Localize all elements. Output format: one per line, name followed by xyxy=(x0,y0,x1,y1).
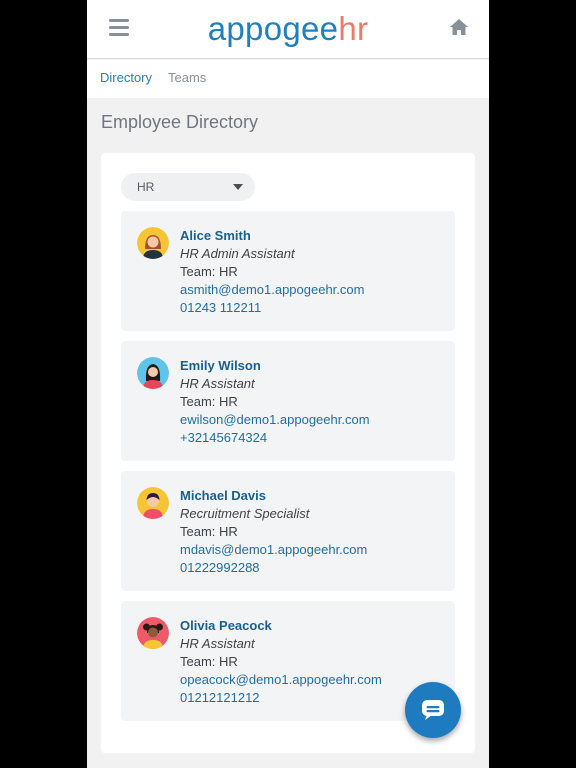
sub-navigation: Directory Teams xyxy=(87,60,489,98)
employee-phone-link[interactable]: +32145674324 xyxy=(180,429,370,447)
employee-email-link[interactable]: opeacock@demo1.appogeehr.com xyxy=(180,671,382,689)
employee-phone-link[interactable]: 01243 112211 xyxy=(180,299,364,317)
tab-directory[interactable]: Directory xyxy=(100,70,152,85)
home-icon[interactable] xyxy=(449,17,469,37)
employee-team: Team: HR xyxy=(180,394,238,409)
employee-info: Michael Davis Recruitment Specialist Tea… xyxy=(180,487,367,577)
employee-name: Emily Wilson xyxy=(180,358,261,373)
employee-name: Olivia Peacock xyxy=(180,618,272,633)
employee-role: HR Admin Assistant xyxy=(180,246,295,261)
employee-info: Olivia Peacock HR Assistant Team: HR ope… xyxy=(180,617,382,707)
employee-phone-link[interactable]: 01212121212 xyxy=(180,689,382,707)
tab-teams[interactable]: Teams xyxy=(168,70,206,85)
chat-icon xyxy=(422,700,444,720)
logo-text-primary: appogee xyxy=(207,10,339,47)
employee-role: Recruitment Specialist xyxy=(180,506,310,521)
caret-down-icon xyxy=(233,184,243,190)
avatar xyxy=(137,487,169,519)
avatar xyxy=(137,357,169,389)
employee-team: Team: HR xyxy=(180,524,238,539)
app-logo: appogeehr xyxy=(87,9,489,49)
employee-team: Team: HR xyxy=(180,264,238,279)
app-screen: appogeehr Directory Teams Employee Direc… xyxy=(87,0,489,768)
directory-panel: HR Alice Smith HR Admin Assistant Team: … xyxy=(101,153,475,753)
employee-role: HR Assistant xyxy=(180,376,255,391)
employee-name: Alice Smith xyxy=(180,228,251,243)
employee-phone-link[interactable]: 01222992288 xyxy=(180,559,367,577)
employee-role: HR Assistant xyxy=(180,636,255,651)
team-filter-select[interactable]: HR xyxy=(121,173,255,201)
employee-info: Alice Smith HR Admin Assistant Team: HR … xyxy=(180,227,364,317)
top-bar: appogeehr xyxy=(87,0,489,59)
avatar xyxy=(137,227,169,259)
employee-email-link[interactable]: asmith@demo1.appogeehr.com xyxy=(180,281,364,299)
employee-email-link[interactable]: ewilson@demo1.appogeehr.com xyxy=(180,411,370,429)
avatar xyxy=(137,617,169,649)
page-title: Employee Directory xyxy=(101,112,259,132)
employee-email-link[interactable]: mdavis@demo1.appogeehr.com xyxy=(180,541,367,559)
chat-button[interactable] xyxy=(405,682,461,738)
logo-text-accent: hr xyxy=(338,10,369,47)
employee-info: Emily Wilson HR Assistant Team: HR ewils… xyxy=(180,357,370,447)
employee-card[interactable]: Michael Davis Recruitment Specialist Tea… xyxy=(121,471,455,591)
employee-card[interactable]: Emily Wilson HR Assistant Team: HR ewils… xyxy=(121,341,455,461)
employee-card[interactable]: Alice Smith HR Admin Assistant Team: HR … xyxy=(121,211,455,331)
employee-team: Team: HR xyxy=(180,654,238,669)
team-filter-value: HR xyxy=(137,180,155,194)
employee-name: Michael Davis xyxy=(180,488,266,503)
